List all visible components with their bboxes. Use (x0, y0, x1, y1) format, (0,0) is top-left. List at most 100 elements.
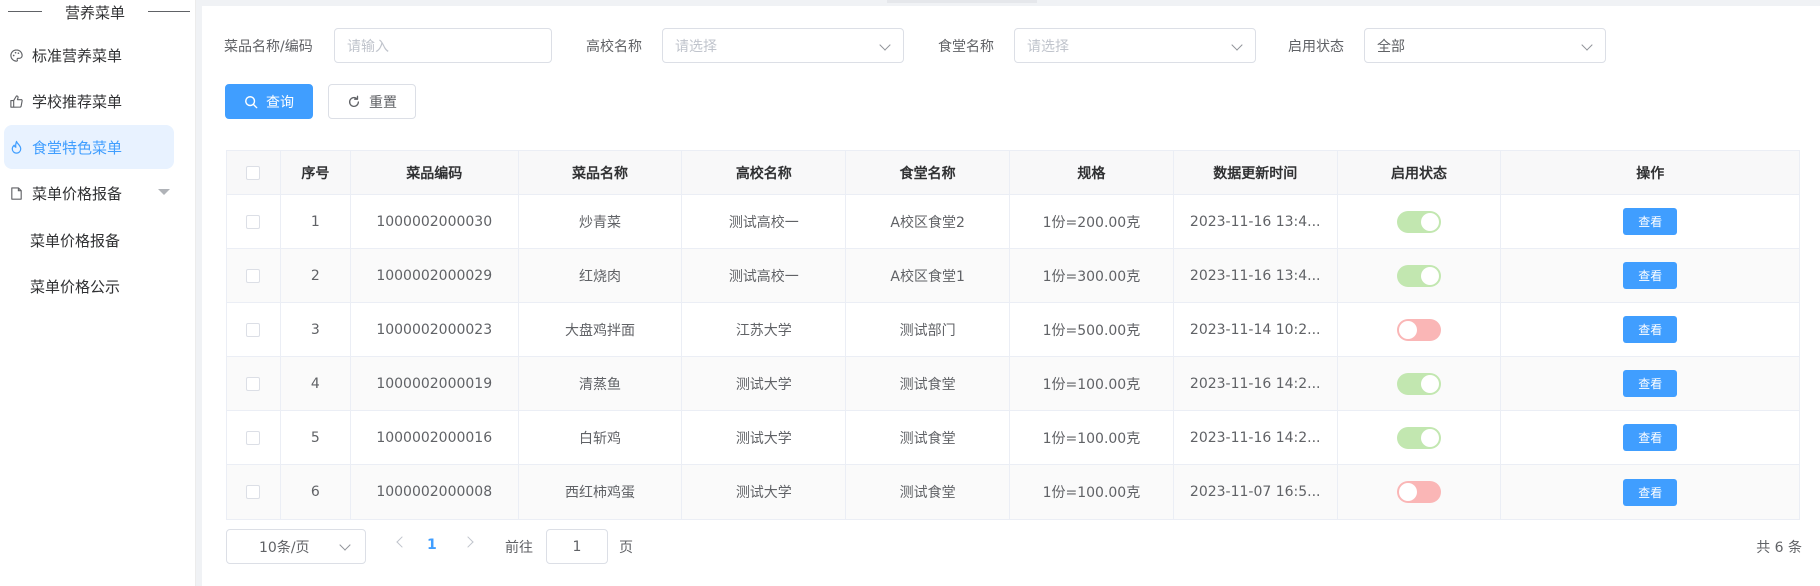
action-cell: 查看 (1501, 249, 1799, 302)
row-checkbox[interactable] (246, 322, 261, 337)
reset-button[interactable]: 重置 (328, 84, 416, 119)
chevron-down-icon (1581, 39, 1593, 51)
view-button[interactable]: 查看 (1623, 262, 1678, 289)
row-select-cell (227, 411, 281, 464)
dish-spec: 1份=100.00克 (1010, 411, 1174, 464)
sidebar-item-school-menu[interactable]: 学校推荐菜单 (4, 79, 174, 123)
action-cell: 查看 (1501, 357, 1799, 410)
dish-spec: 1份=200.00克 (1010, 195, 1174, 248)
palette-icon (8, 47, 24, 63)
search-button[interactable]: 查询 (225, 84, 313, 119)
chevron-right-icon[interactable] (462, 536, 474, 548)
search-icon (244, 95, 258, 109)
action-cell: 查看 (1501, 303, 1799, 356)
sidebar-title: 营养菜单 (64, 4, 125, 22)
canteen-name: 测试食堂 (846, 465, 1011, 519)
toggle-knob (1399, 320, 1417, 339)
column-header: 规格 (1010, 151, 1174, 194)
dish-spec: 1份=500.00克 (1010, 303, 1174, 356)
update-time: 2023-11-16 14:2... (1174, 357, 1338, 410)
canteen-name: 测试食堂 (846, 357, 1011, 410)
dish-search-input[interactable]: 请输入 (334, 28, 552, 63)
dish-code: 1000002000008 (351, 465, 519, 519)
canteen-select-placeholder: 请选择 (1027, 38, 1069, 55)
toggle-knob (1421, 212, 1439, 231)
view-button[interactable]: 查看 (1623, 478, 1678, 506)
update-time: 2023-11-16 13:4... (1174, 249, 1338, 302)
table-row: 4 1000002000019 清蒸鱼 测试大学 测试食堂 1份=100.00克… (227, 357, 1799, 411)
sidebar-item-canteen-menu[interactable]: 食堂特色菜单 (4, 125, 174, 169)
canteen-select[interactable]: 请选择 (1014, 28, 1256, 63)
view-button[interactable]: 查看 (1623, 208, 1678, 235)
status-toggle[interactable] (1397, 318, 1441, 341)
column-header: 数据更新时间 (1174, 151, 1338, 194)
sidebar-item-label: 菜单价格报备 (32, 184, 123, 203)
sidebar-item-price-report[interactable]: 菜单价格报备 (4, 171, 174, 215)
school-name: 测试大学 (682, 357, 847, 410)
sidebar-item-label: 标准营养菜单 (32, 46, 123, 65)
status-toggle[interactable] (1397, 372, 1441, 395)
status-toggle[interactable] (1397, 210, 1441, 233)
goto-page-input[interactable]: 1 (546, 529, 608, 564)
chevron-left-icon[interactable] (396, 536, 408, 548)
school-name: 测试高校一 (682, 195, 847, 248)
table-row: 2 1000002000029 红烧肉 测试高校一 A校区食堂1 1份=300.… (227, 249, 1799, 303)
search-button-label: 查询 (266, 94, 294, 111)
page-size-select[interactable]: 10条/页 (226, 529, 366, 564)
status-select-value: 全部 (1377, 38, 1405, 55)
row-select-cell (227, 249, 281, 302)
update-time: 2023-11-07 16:5... (1174, 465, 1338, 519)
row-select-cell (227, 195, 281, 248)
table-row: 1 1000002000030 炒青菜 测试高校一 A校区食堂2 1份=200.… (227, 195, 1799, 249)
table-row: 3 1000002000023 大盘鸡拌面 江苏大学 测试部门 1份=500.0… (227, 303, 1799, 357)
page-number-current[interactable]: 1 (427, 537, 437, 553)
school-select[interactable]: 请选择 (662, 28, 904, 63)
view-button[interactable]: 查看 (1623, 424, 1678, 451)
sidebar-subitem-price-publish[interactable]: 菜单价格公示 (30, 271, 120, 301)
row-checkbox[interactable] (246, 485, 261, 499)
row-checkbox[interactable] (246, 430, 261, 445)
status-toggle[interactable] (1397, 481, 1441, 503)
dish-code: 1000002000019 (351, 357, 519, 410)
update-time: 2023-11-16 14:2... (1174, 411, 1338, 464)
dish-spec: 1份=100.00克 (1010, 465, 1174, 519)
select-all-checkbox[interactable] (246, 165, 261, 180)
table-header: 序号 菜品编码 菜品名称 高校名称 食堂名称 规格 数据更新时间 启用状态 操作 (227, 151, 1799, 195)
row-checkbox[interactable] (246, 376, 261, 391)
status-cell (1338, 303, 1502, 356)
dish-code: 1000002000023 (351, 303, 519, 356)
school-filter-label: 高校名称 (586, 39, 642, 55)
dish-spec: 1份=300.00克 (1010, 249, 1174, 302)
sidebar-subitem-price-report[interactable]: 菜单价格报备 (30, 225, 120, 255)
row-index: 5 (281, 411, 351, 464)
dish-filter-label: 菜品名称/编码 (224, 39, 313, 55)
status-toggle[interactable] (1397, 264, 1441, 287)
sidebar-item-label: 学校推荐菜单 (32, 92, 123, 111)
dish-name: 红烧肉 (519, 249, 683, 302)
canteen-name: A校区食堂1 (846, 249, 1011, 302)
tab-strip (202, 0, 1820, 6)
update-time: 2023-11-14 10:2... (1174, 303, 1338, 356)
row-index: 2 (281, 249, 351, 302)
document-icon (8, 185, 24, 201)
row-checkbox[interactable] (246, 268, 261, 283)
row-checkbox[interactable] (246, 214, 261, 229)
dish-name: 炒青菜 (519, 195, 683, 248)
header-select-all-cell (227, 151, 281, 194)
sidebar-header-line-left (8, 11, 42, 12)
view-button[interactable]: 查看 (1623, 370, 1678, 397)
row-index: 4 (281, 357, 351, 410)
status-toggle[interactable] (1397, 426, 1441, 449)
dish-spec: 1份=100.00克 (1010, 357, 1174, 410)
goto-page-value: 1 (572, 538, 582, 555)
status-select[interactable]: 全部 (1364, 28, 1606, 63)
column-header: 序号 (281, 151, 351, 194)
chevron-down-icon (879, 39, 891, 51)
dish-search-placeholder: 请输入 (347, 38, 389, 55)
dish-name: 西红柿鸡蛋 (519, 465, 683, 519)
action-cell: 查看 (1501, 195, 1799, 248)
chevron-down-icon (1231, 39, 1243, 51)
sidebar-item-standard-menu[interactable]: 标准营养菜单 (4, 33, 174, 77)
view-button[interactable]: 查看 (1623, 316, 1678, 343)
school-name: 测试高校一 (682, 249, 847, 302)
